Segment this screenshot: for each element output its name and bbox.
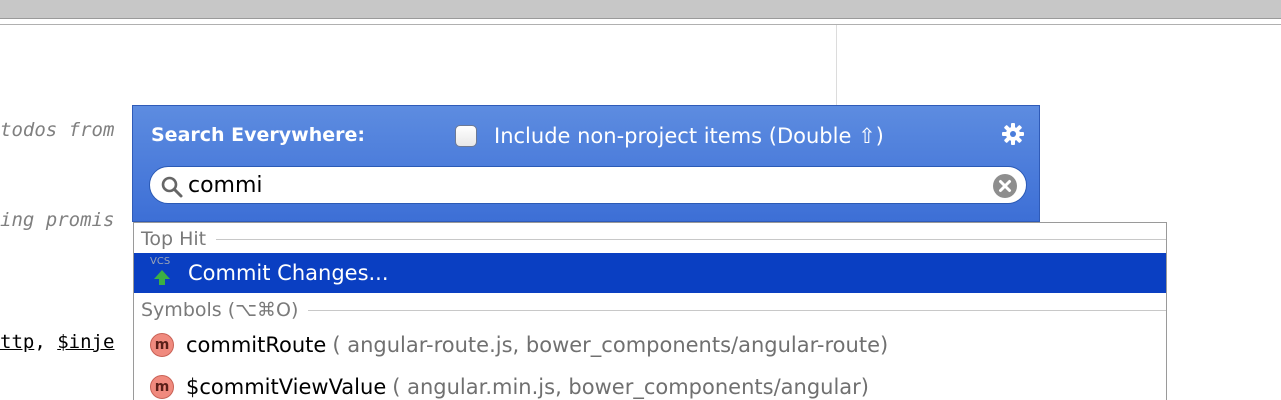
group-label: Symbols (⌥⌘O) bbox=[141, 299, 299, 321]
gear-icon[interactable] bbox=[1001, 122, 1025, 146]
result-name: $commitViewValue bbox=[186, 375, 387, 399]
search-icon bbox=[161, 176, 183, 198]
group-header-symbols: Symbols (⌥⌘O) bbox=[134, 296, 1166, 324]
search-everywhere-popup: Search Everywhere: Include non-project i… bbox=[132, 105, 1040, 222]
code-line: ttp, $inje bbox=[0, 331, 114, 353]
result-row-commitviewvalue[interactable]: m $commitViewValue ( angular.min.js, bow… bbox=[134, 366, 1166, 400]
window-top-bar bbox=[0, 0, 1281, 19]
clear-icon[interactable] bbox=[992, 173, 1018, 199]
group-header-top-hit: Top Hit bbox=[134, 225, 1166, 253]
divider bbox=[216, 238, 1166, 240]
search-field[interactable] bbox=[149, 166, 1027, 204]
result-row-commit-changes[interactable]: VCS Commit Changes... bbox=[134, 253, 1166, 293]
result-name: Commit Changes... bbox=[188, 261, 389, 285]
method-icon: m bbox=[150, 375, 174, 399]
divider bbox=[308, 309, 1166, 311]
popup-title: Search Everywhere: bbox=[151, 124, 365, 146]
result-row-commitroute[interactable]: m commitRoute ( angular-route.js, bower_… bbox=[134, 324, 1166, 366]
result-location: ( angular.min.js, bower_components/angul… bbox=[392, 375, 869, 399]
vcs-commit-icon: VCS bbox=[150, 256, 180, 288]
arrow-up-icon bbox=[154, 270, 170, 285]
search-results-list: Top Hit VCS Commit Changes... Symbols (⌥… bbox=[133, 222, 1167, 400]
include-non-project-checkbox[interactable] bbox=[455, 125, 477, 147]
code-line: todos from bbox=[0, 119, 115, 141]
code-token: ttp bbox=[0, 331, 35, 353]
method-icon: m bbox=[150, 333, 174, 357]
code-token: $inje bbox=[57, 331, 115, 353]
result-name: commitRoute bbox=[186, 333, 327, 357]
include-non-project-option[interactable]: Include non-project items (Double ⇧) bbox=[455, 123, 884, 149]
search-input[interactable] bbox=[188, 169, 988, 201]
result-location: ( angular-route.js, bower_components/ang… bbox=[332, 333, 889, 357]
include-non-project-label[interactable]: Include non-project items (Double ⇧) bbox=[494, 124, 884, 148]
code-line: ing promis bbox=[0, 209, 115, 231]
code-token: , bbox=[34, 331, 58, 353]
group-label: Top Hit bbox=[141, 228, 207, 250]
